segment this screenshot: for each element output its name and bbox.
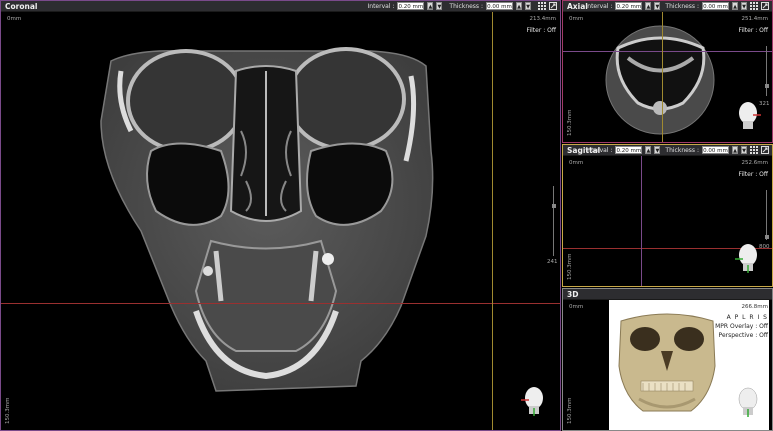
coronal-thickness-up-button[interactable]: ▲ <box>516 2 522 10</box>
axial-slice-slider[interactable] <box>764 46 769 96</box>
sagittal-thickness-down-button[interactable]: ▼ <box>741 146 747 154</box>
grid-icon[interactable] <box>750 146 758 154</box>
coronal-thickness-field[interactable]: 0.00 mm <box>486 2 513 10</box>
axial-interval-field[interactable]: 0.20 mm <box>615 2 643 10</box>
coronal-interval-label: Interval : <box>367 2 395 10</box>
coronal-panel[interactable]: Coronal Interval : 0.20 mm ▲ ▼ Thickness… <box>0 0 561 431</box>
coronal-thickness-label: Thickness : <box>449 2 483 10</box>
coronal-thickness-down-button[interactable]: ▼ <box>525 2 531 10</box>
axial-interval-up-button[interactable]: ▲ <box>645 2 652 10</box>
axial-interval-label: Interval : <box>585 2 613 10</box>
coronal-slider-knob[interactable] <box>551 204 556 208</box>
view3d-top-left-scale: 0mm <box>569 304 584 310</box>
axial-titlebar: Axial Interval : 0.20 mm ▲ ▼ Thickness :… <box>563 1 772 12</box>
view3d-skull-render[interactable] <box>611 311 723 421</box>
sagittal-panel[interactable]: Sagittal Interval : 0.20 mm ▲ ▼ Thicknes… <box>562 144 773 287</box>
head-orientation-icon[interactable] <box>521 386 547 416</box>
view3d-perspective-status[interactable]: Perspective : Off <box>719 332 768 339</box>
head-orientation-icon[interactable] <box>735 387 761 417</box>
expand-icon[interactable] <box>549 2 557 10</box>
sagittal-bottom-left-scale: 150.3mm <box>567 253 573 280</box>
axial-bottom-left-scale: 150.3mm <box>567 109 573 136</box>
coronal-slice-slider[interactable] <box>551 186 556 256</box>
sagittal-interval-up-button[interactable]: ▲ <box>645 146 652 154</box>
axial-filter-status: Filter : Off <box>738 27 768 34</box>
view3d-titlebar: 3D <box>563 289 772 300</box>
sagittal-filter-status: Filter : Off <box>738 171 768 178</box>
coronal-top-left-scale: 0mm <box>7 16 22 22</box>
head-orientation-icon[interactable] <box>735 101 761 131</box>
coronal-horizontal-crosshair[interactable] <box>1 303 560 304</box>
axial-thickness-down-button[interactable]: ▼ <box>741 2 747 10</box>
sagittal-thickness-up-button[interactable]: ▲ <box>732 146 738 154</box>
sagittal-slider-knob[interactable] <box>764 235 769 239</box>
axial-horizontal-crosshair[interactable] <box>563 51 772 52</box>
view3d-title: 3D <box>567 289 579 299</box>
axial-top-right-scale: 251.4mm <box>741 16 768 22</box>
axial-thickness-up-button[interactable]: ▲ <box>732 2 738 10</box>
coronal-bottom-left-scale: 150.3mm <box>5 397 11 424</box>
axial-vertical-crosshair[interactable] <box>662 12 663 142</box>
grid-icon[interactable] <box>538 2 546 10</box>
sagittal-top-left-scale: 0mm <box>569 160 584 166</box>
expand-icon[interactable] <box>761 2 769 10</box>
head-orientation-icon[interactable] <box>735 243 761 273</box>
view3d-bottom-left-scale: 150.3mm <box>567 397 573 424</box>
sagittal-thickness-field[interactable]: 0.00 mm <box>702 146 729 154</box>
view3d-mpr-overlay-status[interactable]: MPR Overlay : Off <box>715 323 768 330</box>
sagittal-top-right-scale: 252.6mm <box>741 160 768 166</box>
coronal-interval-down-button[interactable]: ▼ <box>436 2 443 10</box>
axial-thickness-field[interactable]: 0.00 mm <box>702 2 729 10</box>
axial-interval-down-button[interactable]: ▼ <box>654 2 661 10</box>
sagittal-controls: Interval : 0.20 mm ▲ ▼ Thickness : 0.00 … <box>585 146 769 154</box>
axial-ct-image[interactable] <box>603 23 718 138</box>
view3d-panel[interactable]: 3D 0mm 266.8mm A P L R I S MPR Overlay :… <box>562 288 773 431</box>
coronal-filter-status: Filter : Off <box>526 27 556 34</box>
coronal-interval-field[interactable]: 0.20 mm <box>397 2 425 10</box>
axial-top-left-scale: 0mm <box>569 16 584 22</box>
axial-panel[interactable]: Axial Interval : 0.20 mm ▲ ▼ Thickness :… <box>562 0 773 143</box>
sagittal-interval-down-button[interactable]: ▼ <box>654 146 661 154</box>
coronal-controls: Interval : 0.20 mm ▲ ▼ Thickness : 0.00 … <box>367 2 557 10</box>
coronal-top-right-scale: 213.4mm <box>529 16 556 22</box>
view3d-orientation-buttons[interactable]: A P L R I S <box>727 314 768 321</box>
coronal-vertical-crosshair[interactable] <box>492 12 493 430</box>
coronal-title: Coronal <box>5 1 38 11</box>
sagittal-interval-field[interactable]: 0.20 mm <box>615 146 643 154</box>
sagittal-thickness-label: Thickness : <box>665 146 699 154</box>
view3d-top-right-scale: 266.8mm <box>741 304 768 310</box>
coronal-slider-value: 241 <box>547 259 558 265</box>
expand-icon[interactable] <box>761 146 769 154</box>
axial-slider-knob[interactable] <box>764 84 769 88</box>
axial-thickness-label: Thickness : <box>665 2 699 10</box>
coronal-titlebar: Coronal Interval : 0.20 mm ▲ ▼ Thickness… <box>1 1 560 12</box>
sagittal-interval-label: Interval : <box>585 146 613 154</box>
coronal-interval-up-button[interactable]: ▲ <box>427 2 434 10</box>
grid-icon[interactable] <box>750 2 758 10</box>
sagittal-vertical-crosshair[interactable] <box>641 156 642 286</box>
sagittal-slice-slider[interactable] <box>764 190 769 240</box>
coronal-ct-image[interactable] <box>96 41 441 401</box>
sagittal-titlebar: Sagittal Interval : 0.20 mm ▲ ▼ Thicknes… <box>563 145 772 156</box>
axial-controls: Interval : 0.20 mm ▲ ▼ Thickness : 0.00 … <box>585 2 769 10</box>
